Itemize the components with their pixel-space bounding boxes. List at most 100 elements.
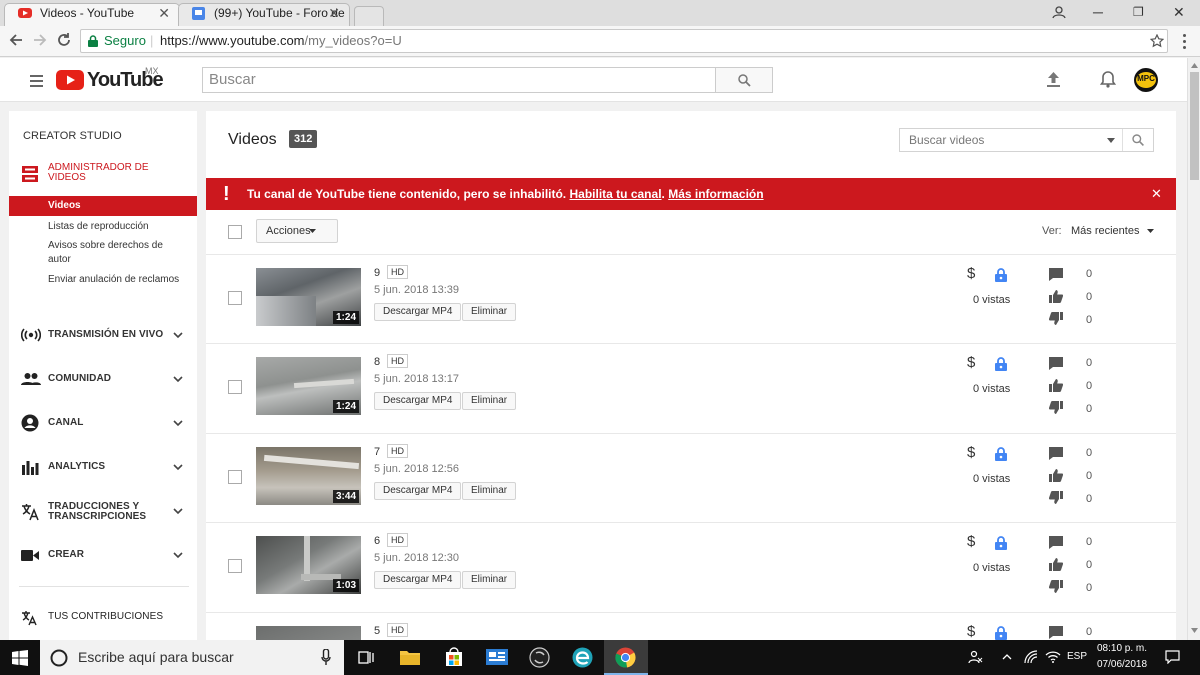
forward-arrow-icon[interactable] [32,32,48,48]
taskbar-app-media[interactable] [518,640,562,675]
sidebar-item-community[interactable]: COMUNIDAD [9,370,197,390]
language-indicator[interactable]: ESP [1067,651,1087,662]
youtube-search-button[interactable] [715,67,773,93]
taskbar-app-chrome-active[interactable] [604,640,648,675]
clock-time[interactable]: 08:10 p. m. [1097,643,1147,654]
video-checkbox[interactable] [228,470,242,484]
scroll-up-arrow-icon[interactable] [1191,63,1198,68]
caret-down-icon[interactable] [1107,138,1115,143]
notifications-bell-icon[interactable] [1100,70,1116,88]
tray-chevron-up-icon[interactable] [1002,654,1012,660]
video-thumbnail[interactable]: 1:24 [256,268,361,326]
microphone-icon[interactable] [321,649,331,666]
video-title[interactable]: 8 [374,356,380,368]
download-mp4-button[interactable]: Descargar MP4 [374,392,462,410]
private-lock-icon[interactable] [995,268,1007,282]
video-row: 3:44 7 HD 5 jun. 2018 12:56 Descargar MP… [206,433,1176,523]
people-icon[interactable] [968,650,984,665]
browser-menu-icon[interactable] [1183,34,1186,49]
private-lock-icon[interactable] [995,447,1007,461]
video-date: 5 jun. 2018 13:17 [374,373,460,385]
browser-tab-foro[interactable]: (99+) YouTube - Foro de ✕ [178,3,350,26]
taskbar-file-explorer[interactable] [388,640,432,675]
select-all-checkbox[interactable] [228,225,242,239]
browser-tab-videos[interactable]: Videos - YouTube ✕ [4,3,180,26]
private-lock-icon[interactable] [995,536,1007,550]
guide-menu-icon[interactable] [30,75,43,87]
monetization-dollar-icon[interactable]: $ [967,533,975,550]
address-bar[interactable]: Seguro | https://www.youtube.com/my_vide… [80,29,1168,53]
private-lock-icon[interactable] [995,357,1007,371]
sort-dropdown[interactable]: Más recientes [1071,225,1154,237]
sidebar-item-channel[interactable]: CANAL [9,414,197,434]
more-info-link[interactable]: Más información [668,187,763,201]
video-thumbnail[interactable]: 3:44 [256,447,361,505]
windows-start-icon[interactable] [12,650,28,666]
taskbar-store[interactable] [432,640,476,675]
monetization-dollar-icon[interactable]: $ [967,623,975,640]
new-tab-button[interactable] [354,6,384,26]
video-title[interactable]: 6 [374,535,380,547]
wifi-icon[interactable] [1045,650,1061,664]
scroll-down-arrow-icon[interactable] [1191,628,1198,633]
avatar[interactable]: MPC [1134,68,1158,92]
profile-icon[interactable] [1052,5,1066,19]
bookmark-star-icon[interactable] [1150,34,1164,48]
download-mp4-button[interactable]: Descargar MP4 [374,571,462,589]
window-close-icon[interactable]: ✕ [1173,4,1185,21]
video-thumbnail[interactable] [256,626,361,640]
upload-icon[interactable] [1046,71,1061,88]
tab-close-icon[interactable]: ✕ [328,3,340,24]
video-checkbox[interactable] [228,291,242,305]
download-mp4-button[interactable]: Descargar MP4 [374,482,462,500]
enable-channel-link[interactable]: Habilita tu canal [570,187,662,201]
sidebar-item-contributions[interactable]: TUS CONTRIBUCIONES [9,608,197,628]
sidebar-item-translations[interactable]: TRADUCCIONES Y TRANSCRIPCIONES [9,500,197,524]
back-arrow-icon[interactable] [8,32,24,48]
scrollbar-thumb[interactable] [1190,72,1199,180]
sidebar-subitem-copyright-notices[interactable]: Avisos sobre derechos de autor [48,239,188,267]
video-checkbox[interactable] [228,380,242,394]
youtube-search-input[interactable]: Buscar [202,67,716,93]
delete-button[interactable]: Eliminar [462,303,517,321]
sidebar-item-video-manager[interactable]: ADMINISTRADOR DE VIDEOS [9,161,197,195]
video-thumbnail[interactable]: 1:24 [256,357,361,415]
actions-dropdown[interactable]: Acciones [256,219,338,243]
network-icon[interactable] [1024,650,1038,664]
sidebar-subitem-playlists[interactable]: Listas de reproducción [48,220,188,234]
sidebar-subitem-dispute-claims[interactable]: Enviar anulación de reclamos [48,273,188,287]
sidebar-item-analytics[interactable]: ANALYTICS [9,458,197,478]
clock-date[interactable]: 07/06/2018 [1097,659,1147,670]
video-title[interactable]: 5 [374,625,380,637]
browser-tab-strip: Videos - YouTube ✕ (99+) YouTube - Foro … [0,0,1200,26]
tab-close-icon[interactable]: ✕ [158,3,170,24]
reload-icon[interactable] [56,32,72,48]
download-mp4-button[interactable]: Descargar MP4 [374,303,462,321]
delete-button[interactable]: Eliminar [462,571,517,589]
action-center-icon[interactable] [1165,650,1180,664]
task-view-button[interactable] [344,640,388,675]
youtube-masthead: YouTube MX Buscar MPC [0,58,1187,102]
banner-close-icon[interactable]: ✕ [1151,178,1162,210]
taskbar-app-edge[interactable] [560,640,604,675]
sidebar-item-create[interactable]: CREAR [9,546,197,566]
monetization-dollar-icon[interactable]: $ [967,354,975,371]
sidebar-subitem-videos[interactable]: Videos [9,196,197,216]
delete-button[interactable]: Eliminar [462,392,517,410]
monetization-dollar-icon[interactable]: $ [967,444,975,461]
restore-icon[interactable]: ❐ [1133,5,1144,19]
delete-button[interactable]: Eliminar [462,482,517,500]
search-videos-field[interactable]: Buscar videos [899,128,1154,152]
search-icon[interactable] [1132,134,1144,146]
minimize-icon[interactable]: ─ [1093,4,1103,20]
page-scrollbar[interactable] [1187,58,1200,640]
taskbar-search-box[interactable]: Escribe aquí para buscar [40,640,344,675]
video-title[interactable]: 7 [374,446,380,458]
taskbar-app-mail[interactable] [476,640,520,675]
video-title[interactable]: 9 [374,267,380,279]
video-thumbnail[interactable]: 1:03 [256,536,361,594]
sidebar-item-live-streaming[interactable]: TRANSMISIÓN EN VIVO [9,326,197,346]
monetization-dollar-icon[interactable]: $ [967,265,975,282]
private-lock-icon[interactable] [995,626,1007,640]
video-checkbox[interactable] [228,559,242,573]
